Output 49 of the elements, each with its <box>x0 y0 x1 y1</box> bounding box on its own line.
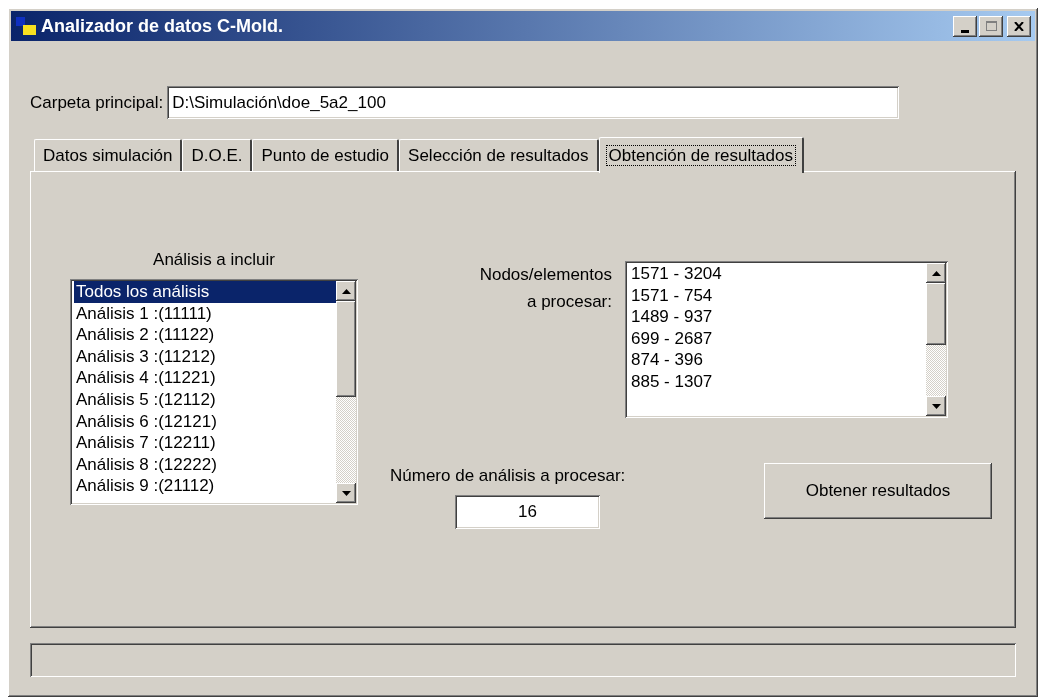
tab[interactable]: Punto de estudio <box>252 139 400 171</box>
list-item[interactable]: Análisis 4 :(11221) <box>74 367 336 389</box>
list-item[interactable]: Análisis 9 :(21112) <box>74 475 336 497</box>
list-item[interactable]: Todos los análisis <box>74 281 336 303</box>
scroll-up-button[interactable] <box>336 281 356 301</box>
up-arrow-icon <box>931 270 941 276</box>
list-item[interactable]: Análisis 7 :(12211) <box>74 432 336 454</box>
folder-label: Carpeta principal: <box>30 91 164 114</box>
scroll-up-button[interactable] <box>926 263 946 283</box>
tab[interactable]: Datos simulación <box>34 139 183 171</box>
list-item[interactable]: Análisis 5 :(12112) <box>74 388 336 411</box>
list-box[interactable]: Todos los análisis Análisis 1 :(11111) Análisis 2 :(11122) Análisis 3 :(11212) Análisis 4 :(11221) Análisis 5 :(12112) Análisis 6 :(12121) Análisis 7 :(12211) Análisis 8 :(12222) Análisis 9 :(21112) <box>70 279 358 505</box>
scrollbar-thumb[interactable] <box>926 283 946 345</box>
list-item[interactable]: Análisis 2 :(11122) <box>74 324 336 346</box>
count-field[interactable]: 16 <box>455 494 600 529</box>
window-title: Analizador de datos C-Mold. <box>41 14 283 38</box>
list-item[interactable]: 699 - 2687 <box>629 327 926 350</box>
tab[interactable]: D.O.E. <box>182 139 253 171</box>
list-box[interactable]: 1571 - 3204 1571 - 754 1489 - 937 699 - 2687 874 - 396 885 - 1307 <box>625 261 948 418</box>
list-item[interactable]: Análisis 3 :(11212) <box>74 345 336 368</box>
list-item[interactable]: 874 - 396 <box>629 349 926 371</box>
list-item[interactable]: Análisis 6 :(12121) <box>74 410 336 433</box>
minimize-icon <box>961 29 969 33</box>
list-item[interactable]: Análisis 1 :(11111) <box>74 302 336 325</box>
down-arrow-icon <box>341 490 351 496</box>
maximize-icon <box>985 21 997 31</box>
list-item[interactable]: 1571 - 3204 <box>629 263 926 285</box>
close-icon <box>1014 21 1024 31</box>
count-label: Número de análisis a procesar: <box>390 465 627 487</box>
scroll-down-button[interactable] <box>926 396 946 416</box>
nodes-label: Nodos/elementos <box>479 264 612 286</box>
down-arrow-icon <box>931 403 941 409</box>
list-item[interactable]: 1571 - 754 <box>629 284 926 307</box>
folder-field[interactable]: D:\Simulación\doe_5a2_100 <box>167 86 900 119</box>
app-icon <box>15 16 37 36</box>
maximize-button[interactable] <box>979 15 1003 37</box>
scroll-down-button[interactable] <box>336 483 356 503</box>
scrollbar-thumb[interactable] <box>336 301 356 397</box>
obtain-results-button[interactable]: Obtener resultados <box>764 463 992 519</box>
tab[interactable]: Selección de resultados <box>399 139 599 171</box>
minimize-button[interactable] <box>953 15 977 37</box>
list-item[interactable]: Análisis 8 :(12222) <box>74 453 336 476</box>
analyses-label: Análisis a incluir <box>152 249 276 269</box>
up-arrow-icon <box>341 288 351 294</box>
tab[interactable]: Obtención de resultados <box>598 137 804 173</box>
list-item[interactable]: 885 - 1307 <box>629 370 926 393</box>
close-button[interactable] <box>1007 15 1031 37</box>
list-item[interactable]: 1489 - 937 <box>629 306 926 328</box>
nodes-label: a procesar: <box>526 291 612 313</box>
